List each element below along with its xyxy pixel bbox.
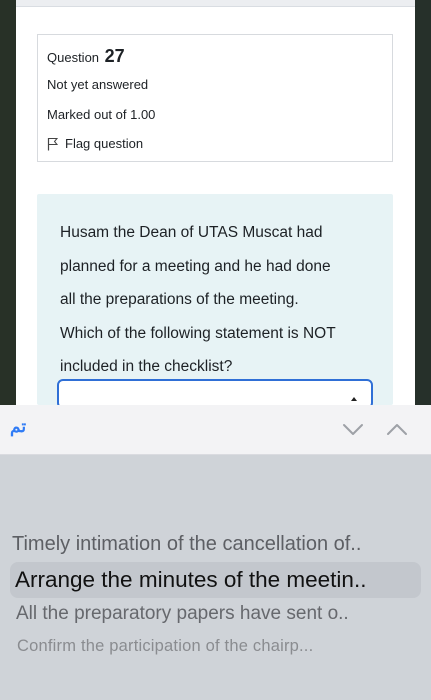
picker-option[interactable]: Timely intimation of the cancellation of…	[12, 533, 426, 556]
question-text-line: planned for a meeting and he had done	[60, 257, 331, 275]
question-text-line: Which of the following statement is NOT	[60, 324, 336, 342]
question-status: Not yet answered	[47, 77, 149, 92]
question-text-line: all the preparations of the meeting.	[60, 291, 299, 308]
question-info-box: Question 27 Not yet answered Marked out …	[37, 34, 393, 162]
question-marks: Marked out of 1.00	[47, 107, 156, 122]
question-text: Husam the Dean of UTAS Muscat had planne…	[60, 216, 376, 384]
card-top-edge	[16, 0, 415, 7]
question-text-box: Husam the Dean of UTAS Muscat had planne…	[37, 194, 393, 405]
flag-question-label: Flag question	[65, 136, 144, 151]
select-caret-icon	[351, 397, 357, 401]
flag-question-link[interactable]: Flag question	[47, 136, 143, 151]
question-title: Question 27	[47, 46, 125, 67]
flag-icon	[47, 137, 59, 150]
question-text-line: Husam the Dean of UTAS Muscat had	[60, 224, 323, 241]
chevron-up-icon[interactable]	[386, 423, 408, 436]
question-label: Question	[47, 50, 100, 65]
picker-option-selected[interactable]: Arrange the minutes of the meetin..	[10, 562, 421, 598]
option-picker-wheel[interactable]: Timely intimation of the cancellation of…	[0, 455, 431, 700]
picker-toolbar: تم	[0, 405, 431, 455]
question-number: 27	[104, 46, 125, 66]
done-button[interactable]: تم	[10, 417, 26, 437]
picker-option[interactable]: All the preparatory papers have sent o..	[16, 603, 420, 625]
picker-option[interactable]: Confirm the participation of the chairp.…	[17, 637, 421, 656]
chevron-down-icon[interactable]	[342, 423, 364, 436]
